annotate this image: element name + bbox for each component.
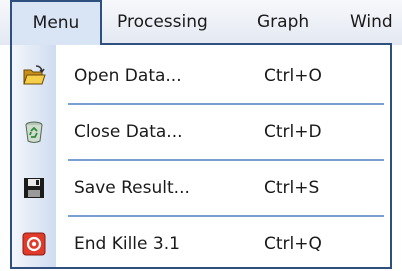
menu-item-end-kille[interactable]: End Kille 3.1 Ctrl+Q — [12, 217, 390, 271]
menu-item-shortcut: Ctrl+Q — [264, 234, 322, 254]
menubar-item-window[interactable]: Wind — [350, 0, 393, 45]
menu-item-label: Close Data... — [74, 122, 183, 142]
menu-tab-joint — [12, 41, 100, 45]
file-menu-dropdown: Open Data... Ctrl+O Close Data... Ctrl+D… — [10, 43, 392, 269]
menu-item-close-data[interactable]: Close Data... Ctrl+D — [12, 105, 390, 159]
open-folder-icon — [22, 64, 46, 88]
menubar-item-processing[interactable]: Processing — [117, 0, 208, 45]
menu-item-label: Save Result... — [74, 178, 190, 198]
floppy-disk-icon — [22, 176, 46, 200]
menu-item-open-data[interactable]: Open Data... Ctrl+O — [12, 49, 390, 103]
menu-item-shortcut: Ctrl+O — [264, 66, 322, 86]
menu-item-save-result[interactable]: Save Result... Ctrl+S — [12, 161, 390, 215]
menu-item-shortcut: Ctrl+S — [264, 178, 320, 198]
menu-item-label: Open Data... — [74, 66, 182, 86]
recycle-bin-icon — [22, 120, 46, 144]
menu-item-shortcut: Ctrl+D — [264, 122, 322, 142]
power-icon — [22, 232, 46, 256]
menu-item-label: End Kille 3.1 — [74, 234, 180, 254]
menu-bar: Menu Processing Graph Wind — [0, 0, 402, 45]
menubar-item-menu[interactable]: Menu — [10, 0, 102, 44]
menubar-item-graph[interactable]: Graph — [257, 0, 309, 45]
